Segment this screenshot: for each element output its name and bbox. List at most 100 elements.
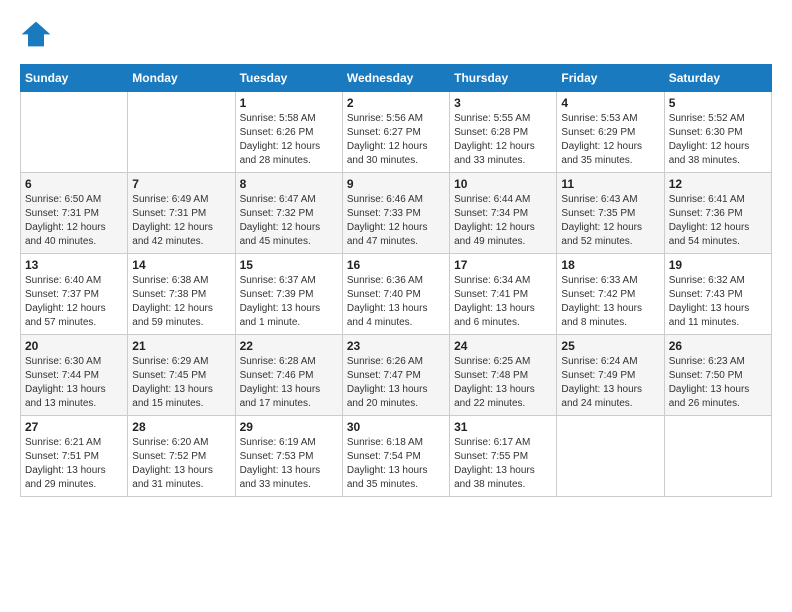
calendar-cell — [128, 92, 235, 173]
day-info: Sunrise: 6:23 AM Sunset: 7:50 PM Dayligh… — [669, 355, 767, 411]
calendar-cell: 19 Sunrise: 6:32 AM Sunset: 7:43 PM Dayli… — [664, 254, 771, 335]
header-sunday: Sunday — [21, 65, 128, 92]
day-number: 10 — [454, 177, 552, 191]
day-info: Sunrise: 6:25 AM Sunset: 7:48 PM Dayligh… — [454, 355, 552, 411]
day-number: 4 — [561, 96, 659, 110]
day-info: Sunrise: 5:58 AM Sunset: 6:26 PM Dayligh… — [240, 112, 338, 168]
calendar-cell: 25 Sunrise: 6:24 AM Sunset: 7:49 PM Dayli… — [557, 335, 664, 416]
calendar-cell: 21Sunrise: 6:29 AM Sunset: 7:45 PM Dayli… — [128, 335, 235, 416]
day-info: Sunrise: 6:32 AM Sunset: 7:43 PM Dayligh… — [669, 274, 767, 330]
calendar-cell: 30 Sunrise: 6:18 AM Sunset: 7:54 PM Dayli… — [342, 416, 449, 497]
day-info: Sunrise: 6:50 AM Sunset: 7:31 PM Dayligh… — [25, 193, 123, 249]
day-number: 3 — [454, 96, 552, 110]
day-number: 27 — [25, 420, 123, 434]
day-number: 12 — [669, 177, 767, 191]
day-info: Sunrise: 6:18 AM Sunset: 7:54 PM Dayligh… — [347, 436, 445, 492]
day-number: 8 — [240, 177, 338, 191]
day-number: 24 — [454, 339, 552, 353]
calendar-cell: 9Sunrise: 6:46 AM Sunset: 7:33 PM Daylig… — [342, 173, 449, 254]
calendar-cell: 11 Sunrise: 6:43 AM Sunset: 7:35 PM Dayli… — [557, 173, 664, 254]
day-number: 13 — [25, 258, 123, 272]
day-number: 9 — [347, 177, 445, 191]
day-number: 20 — [25, 339, 123, 353]
calendar-cell: 22Sunrise: 6:28 AM Sunset: 7:46 PM Dayli… — [235, 335, 342, 416]
day-info: Sunrise: 5:53 AM Sunset: 6:29 PM Dayligh… — [561, 112, 659, 168]
logo — [20, 20, 56, 48]
day-number: 16 — [347, 258, 445, 272]
calendar-cell: 26 Sunrise: 6:23 AM Sunset: 7:50 PM Dayli… — [664, 335, 771, 416]
day-number: 14 — [132, 258, 230, 272]
calendar-cell: 7 Sunrise: 6:49 AM Sunset: 7:31 PM Daylig… — [128, 173, 235, 254]
calendar-cell: 18 Sunrise: 6:33 AM Sunset: 7:42 PM Dayli… — [557, 254, 664, 335]
calendar-cell — [21, 92, 128, 173]
day-info: Sunrise: 6:44 AM Sunset: 7:34 PM Dayligh… — [454, 193, 552, 249]
day-number: 19 — [669, 258, 767, 272]
day-info: Sunrise: 5:52 AM Sunset: 6:30 PM Dayligh… — [669, 112, 767, 168]
calendar-cell: 1 Sunrise: 5:58 AM Sunset: 6:26 PM Daylig… — [235, 92, 342, 173]
day-info: Sunrise: 5:56 AM Sunset: 6:27 PM Dayligh… — [347, 112, 445, 168]
day-info: Sunrise: 6:41 AM Sunset: 7:36 PM Dayligh… — [669, 193, 767, 249]
calendar-cell: 20 Sunrise: 6:30 AM Sunset: 7:44 PM Dayli… — [21, 335, 128, 416]
day-number: 17 — [454, 258, 552, 272]
logo-icon — [20, 20, 52, 48]
calendar-header-row: SundayMondayTuesdayWednesdayThursdayFrid… — [21, 65, 772, 92]
calendar-cell: 5 Sunrise: 5:52 AM Sunset: 6:30 PM Daylig… — [664, 92, 771, 173]
calendar-cell: 27Sunrise: 6:21 AM Sunset: 7:51 PM Dayli… — [21, 416, 128, 497]
day-info: Sunrise: 6:49 AM Sunset: 7:31 PM Dayligh… — [132, 193, 230, 249]
calendar-cell: 10 Sunrise: 6:44 AM Sunset: 7:34 PM Dayli… — [450, 173, 557, 254]
header-monday: Monday — [128, 65, 235, 92]
day-number: 22 — [240, 339, 338, 353]
day-info: Sunrise: 6:33 AM Sunset: 7:42 PM Dayligh… — [561, 274, 659, 330]
page-header — [20, 20, 772, 48]
calendar-cell: 24 Sunrise: 6:25 AM Sunset: 7:48 PM Dayli… — [450, 335, 557, 416]
day-info: Sunrise: 6:40 AM Sunset: 7:37 PM Dayligh… — [25, 274, 123, 330]
day-number: 23 — [347, 339, 445, 353]
day-info: Sunrise: 6:29 AM Sunset: 7:45 PM Dayligh… — [132, 355, 230, 411]
day-number: 26 — [669, 339, 767, 353]
day-number: 18 — [561, 258, 659, 272]
day-info: Sunrise: 6:19 AM Sunset: 7:53 PM Dayligh… — [240, 436, 338, 492]
calendar-cell: 15 Sunrise: 6:37 AM Sunset: 7:39 PM Dayli… — [235, 254, 342, 335]
day-number: 1 — [240, 96, 338, 110]
calendar-cell — [664, 416, 771, 497]
day-info: Sunrise: 6:24 AM Sunset: 7:49 PM Dayligh… — [561, 355, 659, 411]
calendar-week-4: 20 Sunrise: 6:30 AM Sunset: 7:44 PM Dayli… — [21, 335, 772, 416]
calendar-cell: 6 Sunrise: 6:50 AM Sunset: 7:31 PM Daylig… — [21, 173, 128, 254]
day-info: Sunrise: 6:38 AM Sunset: 7:38 PM Dayligh… — [132, 274, 230, 330]
calendar-cell: 3 Sunrise: 5:55 AM Sunset: 6:28 PM Daylig… — [450, 92, 557, 173]
calendar-cell: 28 Sunrise: 6:20 AM Sunset: 7:52 PM Dayli… — [128, 416, 235, 497]
calendar-cell: 31Sunrise: 6:17 AM Sunset: 7:55 PM Dayli… — [450, 416, 557, 497]
calendar-cell: 4 Sunrise: 5:53 AM Sunset: 6:29 PM Daylig… — [557, 92, 664, 173]
day-info: Sunrise: 6:26 AM Sunset: 7:47 PM Dayligh… — [347, 355, 445, 411]
day-info: Sunrise: 6:43 AM Sunset: 7:35 PM Dayligh… — [561, 193, 659, 249]
calendar-week-1: 1 Sunrise: 5:58 AM Sunset: 6:26 PM Daylig… — [21, 92, 772, 173]
header-thursday: Thursday — [450, 65, 557, 92]
calendar-cell: 12 Sunrise: 6:41 AM Sunset: 7:36 PM Dayli… — [664, 173, 771, 254]
day-number: 30 — [347, 420, 445, 434]
day-number: 2 — [347, 96, 445, 110]
header-tuesday: Tuesday — [235, 65, 342, 92]
day-info: Sunrise: 6:47 AM Sunset: 7:32 PM Dayligh… — [240, 193, 338, 249]
day-number: 7 — [132, 177, 230, 191]
header-friday: Friday — [557, 65, 664, 92]
day-info: Sunrise: 6:37 AM Sunset: 7:39 PM Dayligh… — [240, 274, 338, 330]
day-info: Sunrise: 6:30 AM Sunset: 7:44 PM Dayligh… — [25, 355, 123, 411]
calendar-cell: 29Sunrise: 6:19 AM Sunset: 7:53 PM Dayli… — [235, 416, 342, 497]
header-saturday: Saturday — [664, 65, 771, 92]
day-info: Sunrise: 6:34 AM Sunset: 7:41 PM Dayligh… — [454, 274, 552, 330]
day-number: 15 — [240, 258, 338, 272]
day-info: Sunrise: 6:20 AM Sunset: 7:52 PM Dayligh… — [132, 436, 230, 492]
calendar-cell: 8 Sunrise: 6:47 AM Sunset: 7:32 PM Daylig… — [235, 173, 342, 254]
day-number: 25 — [561, 339, 659, 353]
day-info: Sunrise: 5:55 AM Sunset: 6:28 PM Dayligh… — [454, 112, 552, 168]
calendar: SundayMondayTuesdayWednesdayThursdayFrid… — [20, 64, 772, 497]
calendar-week-2: 6 Sunrise: 6:50 AM Sunset: 7:31 PM Daylig… — [21, 173, 772, 254]
day-number: 11 — [561, 177, 659, 191]
day-info: Sunrise: 6:17 AM Sunset: 7:55 PM Dayligh… — [454, 436, 552, 492]
day-number: 5 — [669, 96, 767, 110]
calendar-cell: 16Sunrise: 6:36 AM Sunset: 7:40 PM Dayli… — [342, 254, 449, 335]
day-number: 28 — [132, 420, 230, 434]
calendar-week-5: 27Sunrise: 6:21 AM Sunset: 7:51 PM Dayli… — [21, 416, 772, 497]
day-number: 6 — [25, 177, 123, 191]
calendar-cell: 2 Sunrise: 5:56 AM Sunset: 6:27 PM Daylig… — [342, 92, 449, 173]
